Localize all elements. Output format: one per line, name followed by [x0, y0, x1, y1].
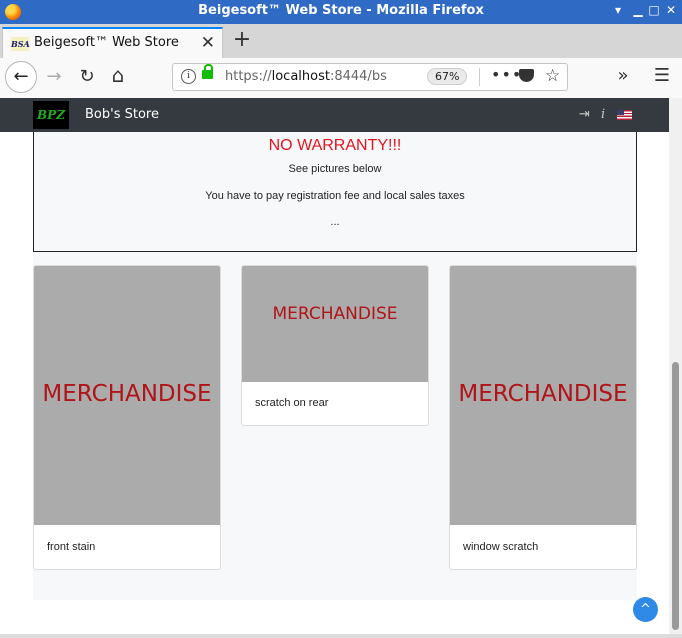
- window-minimize-button[interactable]: ▁: [630, 3, 646, 17]
- merchandise-image-text: MERCHANDISE: [458, 381, 628, 407]
- site-navbar: BPZ Bob's Store ⇥ i: [0, 98, 669, 132]
- us-flag-language-icon[interactable]: [617, 110, 632, 120]
- pocket-icon[interactable]: [519, 69, 534, 82]
- tab-beigesoft-web-store[interactable]: BSA Beigesoft™ Web Store ✕: [2, 27, 223, 58]
- merchandise-card-window-scratch[interactable]: MERCHANDISE window scratch: [449, 265, 637, 570]
- url-host: localhost: [271, 69, 330, 84]
- notice-line-fees: You have to pay registration fee and loc…: [205, 190, 465, 202]
- site-favicon-icon: BSA: [11, 37, 30, 51]
- urlbar-divider: [479, 68, 480, 86]
- window-titlebar: Beigesoft™ Web Store - Mozilla Firefox ▾…: [0, 0, 682, 24]
- merchandise-image: MERCHANDISE: [34, 266, 220, 525]
- url-path: :8444/bs: [329, 69, 387, 84]
- page-actions-icon[interactable]: •••: [491, 65, 522, 84]
- notice-line-pictures: See pictures below: [288, 163, 382, 175]
- tab-label: Beigesoft™ Web Store: [34, 35, 179, 50]
- merchandise-card-front-stain[interactable]: MERCHANDISE front stain: [33, 265, 221, 570]
- site-logo[interactable]: BPZ: [33, 101, 69, 129]
- window-close-button[interactable]: ✕: [663, 3, 679, 17]
- url-text[interactable]: https://localhost:8444/bs: [225, 69, 389, 84]
- scroll-to-top-button[interactable]: ^: [633, 597, 658, 622]
- secure-lock-icon: [202, 64, 213, 79]
- page-viewport: BPZ Bob's Store ⇥ i NO WARRANTY!!! See p…: [0, 98, 669, 634]
- notice-line-ellipsis: ...: [330, 216, 340, 228]
- window-maximize-button[interactable]: □: [646, 3, 662, 17]
- tab-bar: BSA Beigesoft™ Web Store ✕: [0, 24, 682, 59]
- site-brand-link[interactable]: Bob's Store: [85, 107, 159, 122]
- merchandise-card-scratch-on-rear[interactable]: MERCHANDISE scratch on rear: [241, 265, 429, 426]
- address-bar[interactable]: i https://localhost:8444/bs 67% ••• ☆: [172, 63, 568, 91]
- site-info-icon[interactable]: i: [181, 69, 196, 84]
- forward-button[interactable]: →: [43, 66, 65, 87]
- navigation-toolbar: ← → ↻ ⌂ i https://localhost:8444/bs 67% …: [0, 58, 682, 99]
- url-prefix: https://: [225, 69, 272, 84]
- window-menu-icon[interactable]: ▾: [610, 3, 626, 17]
- bookmark-star-icon[interactable]: ☆: [545, 66, 560, 86]
- window-bottom-edge: [0, 634, 682, 638]
- zoom-level-badge[interactable]: 67%: [427, 68, 468, 85]
- hamburger-menu-icon[interactable]: ☰: [652, 65, 672, 86]
- warranty-notice: NO WARRANTY!!! See pictures below You ha…: [33, 132, 637, 252]
- info-icon[interactable]: i: [601, 107, 605, 122]
- reload-button[interactable]: ↻: [76, 66, 98, 87]
- login-icon[interactable]: ⇥: [579, 107, 590, 122]
- new-tab-button[interactable]: +: [232, 27, 252, 52]
- merchandise-image: MERCHANDISE: [242, 266, 428, 382]
- card-caption: window scratch: [463, 541, 539, 553]
- overflow-menu-icon[interactable]: »: [613, 65, 633, 86]
- window-title: Beigesoft™ Web Store - Mozilla Firefox: [198, 3, 484, 18]
- card-caption: front stain: [47, 541, 96, 553]
- merchandise-image-text: MERCHANDISE: [42, 381, 212, 407]
- page-scrollbar[interactable]: [669, 98, 682, 634]
- merchandise-image-text: MERCHANDISE: [272, 304, 398, 324]
- merchandise-image: MERCHANDISE: [450, 266, 636, 525]
- home-button[interactable]: ⌂: [107, 63, 129, 87]
- tab-close-icon[interactable]: ✕: [201, 33, 215, 53]
- scrollbar-thumb[interactable]: [672, 362, 679, 630]
- card-caption: scratch on rear: [255, 397, 329, 409]
- back-button[interactable]: ←: [5, 61, 37, 93]
- no-warranty-heading: NO WARRANTY!!!: [268, 137, 402, 154]
